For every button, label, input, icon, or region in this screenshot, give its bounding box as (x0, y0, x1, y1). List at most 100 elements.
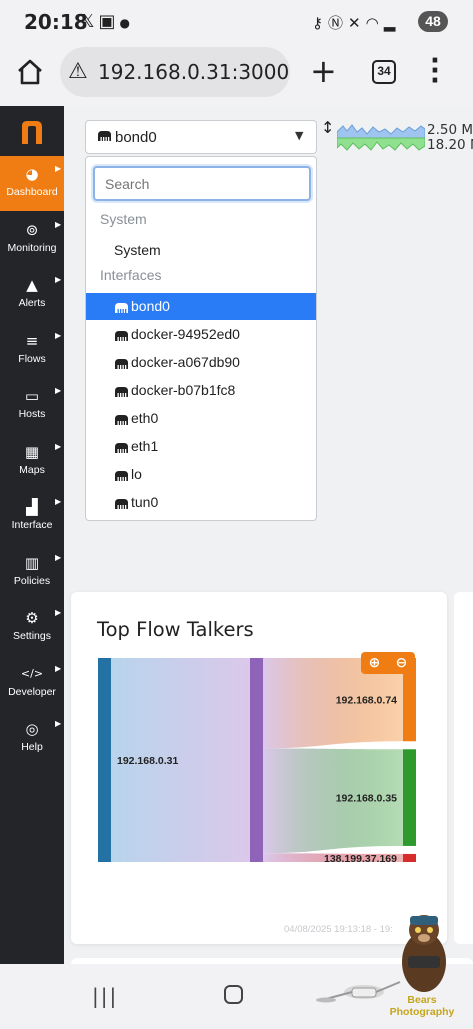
url-text[interactable]: 192.168.0.31:3000/?if (98, 60, 290, 84)
dropdown-option-label: bond0 (131, 298, 170, 314)
traffic-sparkline (337, 124, 425, 151)
sidebar-item-help[interactable]: ◎ Help ▶ (0, 711, 64, 766)
ethernet-icon (115, 415, 128, 425)
x-icon: 𝕏 (80, 11, 99, 32)
updown-arrows-icon: ↕ (321, 118, 335, 137)
gauge-icon: ◕ (25, 165, 39, 183)
sidebar-item-label: Policies (13, 574, 51, 587)
dropdown-option-eth0[interactable]: eth0 (86, 405, 316, 432)
sankey-node-target-2 (403, 853, 416, 862)
dropdown-option-eth1[interactable]: eth1 (86, 433, 316, 460)
book-icon: ▥ (24, 553, 40, 572)
laptop-icon: ▭ (24, 387, 40, 405)
sankey-node-middle (250, 658, 263, 862)
sidebar-item-label: Flows (18, 352, 46, 365)
caret-right-icon: ▶ (55, 164, 62, 173)
system-icons: ⚷Ⓝ✕◠▂ (312, 12, 400, 33)
sidebar-item-label: Maps (19, 463, 45, 476)
dropdown-option-system[interactable]: System (86, 237, 316, 264)
recents-button[interactable]: ||| (92, 984, 118, 1008)
ntopng-logo[interactable] (14, 114, 50, 150)
sidebar-item-label: Alerts (18, 297, 46, 309)
browser-menu-button[interactable]: · · · (430, 48, 440, 94)
address-bar[interactable]: ⚠ 192.168.0.31:3000/?if (60, 47, 290, 97)
notification-icons: 𝕏▣● (80, 11, 134, 32)
key-icon: ⚷ (312, 14, 328, 32)
sidebar-item-policies[interactable]: ▥ Policies ▶ (0, 545, 64, 600)
ethernet-icon (115, 359, 128, 369)
dropdown-option-label: tun0 (131, 494, 159, 510)
home-button[interactable] (224, 985, 243, 1004)
dropdown-option-docker-94952ed0[interactable]: docker-94952ed0 (86, 321, 316, 348)
map-icon: ▦ (24, 442, 40, 461)
sidebar-item-flows[interactable]: ≡ Flows ▶ (0, 323, 64, 378)
caret-right-icon: ▶ (55, 608, 62, 617)
code-icon: </> (20, 666, 44, 680)
caret-right-icon: ▶ (55, 330, 62, 340)
traffic-indicator: ↕ 2.50 Mb 18.20 M (321, 120, 473, 154)
ethernet-icon (115, 471, 128, 481)
ethernet-icon: ▟ (26, 498, 38, 516)
interface-search-input[interactable] (93, 166, 311, 201)
sidebar-item-dashboard[interactable]: ◕ Dashboard ▶ (0, 156, 64, 211)
battery-badge: 48 (418, 11, 448, 32)
sidebar-item-label: Hosts (18, 408, 46, 420)
sidebar-item-label: Developer (8, 685, 56, 698)
dropdown-option-label: docker-94952ed0 (131, 326, 240, 342)
list-icon: ≡ (25, 331, 39, 350)
interface-select-value: bond0 (115, 129, 157, 146)
tab-count-button[interactable]: 34 (372, 60, 396, 84)
sidebar-item-label: Settings (13, 630, 51, 642)
dropdown-option-lo[interactable]: lo (86, 461, 316, 488)
zoom-in-button[interactable]: ⊕ (361, 652, 388, 674)
new-tab-button[interactable]: + (310, 52, 337, 90)
sidebar-item-label: Interface (11, 519, 53, 531)
watermark: Bears Photography (312, 912, 473, 1024)
main-content: bond0 ▼ ↕ 2.50 Mb 18.20 M System System In… (64, 106, 473, 964)
sidebar-item-settings[interactable]: ⚙ Settings ▶ (0, 600, 64, 655)
sidebar-item-monitoring[interactable]: ⊚ Monitoring ▶ (0, 212, 64, 267)
caret-right-icon: ▶ (55, 275, 62, 284)
sankey-node-source (98, 658, 111, 862)
top-flow-talkers-card: Top Flow Talkers 192.168.0.74 192.168.0.3… (71, 592, 447, 944)
sankey-chart: 192.168.0.74 192.168.0.35 138.199.37.169 19… (98, 658, 416, 865)
radar-icon: ⊚ (25, 220, 39, 239)
sidebar-item-label: Monitoring (7, 241, 57, 254)
caret-right-icon: ▶ (55, 552, 62, 562)
download-rate: 18.20 M (427, 137, 473, 153)
ethernet-icon (98, 131, 111, 141)
sidebar-item-label: Dashboard (6, 186, 58, 198)
status-time: 20:18 (24, 10, 88, 34)
caret-right-icon: ▶ (55, 719, 62, 728)
interface-dropdown: System System Interfaces bond0 docker-94952e… (85, 156, 317, 521)
ethernet-icon (115, 499, 128, 509)
caret-right-icon: ▶ (55, 663, 62, 673)
dropdown-option-docker-a067db90[interactable]: docker-a067db90 (86, 349, 316, 376)
ethernet-icon (115, 387, 128, 397)
dropdown-option-label: System (114, 242, 161, 258)
sidebar-item-developer[interactable]: </> Developer ▶ (0, 656, 64, 711)
interface-select[interactable]: bond0 ▼ (85, 120, 317, 154)
sankey-label-source: 192.168.0.31 (117, 755, 178, 767)
sidebar-item-label: Help (21, 741, 43, 753)
lifebuoy-icon: ◎ (25, 720, 39, 738)
upload-rate: 2.50 Mb (427, 122, 473, 138)
zoom-out-button[interactable]: ⊖ (388, 652, 415, 674)
sidebar-item-alerts[interactable]: ▲ Alerts ▶ (0, 267, 64, 322)
dropdown-option-bond0[interactable]: bond0 (86, 293, 316, 320)
wifi-icon: ◠ (365, 14, 384, 32)
dropdown-option-tun0[interactable]: tun0 (86, 489, 316, 516)
sidebar-item-maps[interactable]: ▦ Maps ▶ (0, 434, 64, 489)
sidebar-item-hosts[interactable]: ▭ Hosts ▶ (0, 378, 64, 433)
dropdown-option-label: eth1 (131, 438, 159, 454)
dropdown-option-docker-b07b1fc8[interactable]: docker-b07b1fc8 (86, 377, 316, 404)
sidebar-item-interface[interactable]: ▟ Interface ▶ (0, 489, 64, 544)
browser-toolbar: ⚠ 192.168.0.31:3000/?if + 34 ··· (0, 44, 473, 106)
home-icon[interactable] (16, 58, 44, 86)
sankey-label-target: 192.168.0.74 (336, 695, 397, 707)
caret-right-icon: ▶ (55, 441, 62, 451)
warning-icon[interactable]: ⚠ (68, 59, 88, 84)
dropdown-option-label: lo (131, 466, 142, 482)
dropdown-option-label: docker-a067db90 (131, 354, 240, 370)
warning-icon: ▲ (26, 276, 38, 294)
